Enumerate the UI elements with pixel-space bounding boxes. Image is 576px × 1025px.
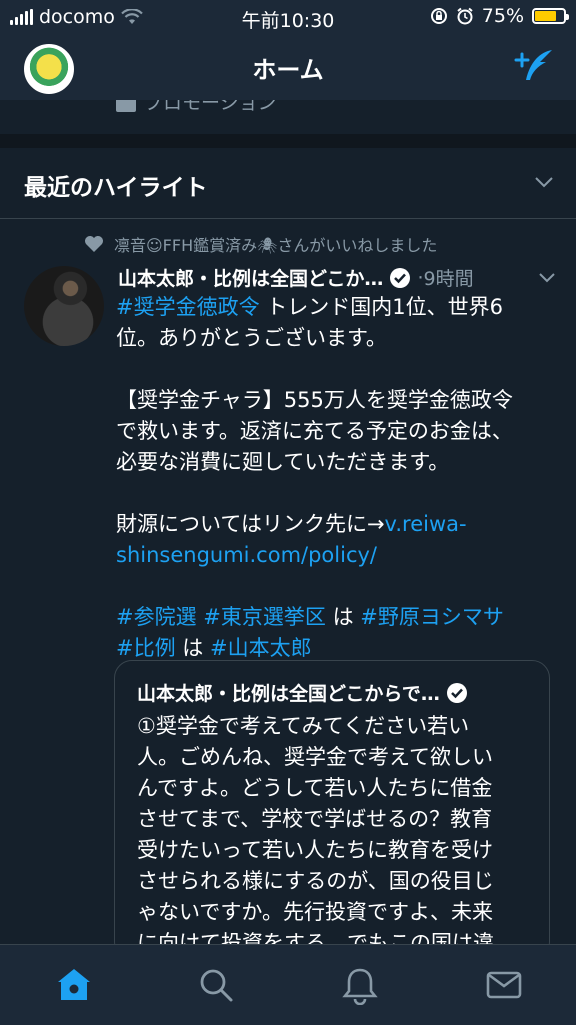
highlights-header[interactable]: 最近のハイライト	[0, 148, 576, 219]
quoted-line: ゃないですか。先行投資ですよ、未来	[137, 900, 493, 924]
verified-icon	[446, 682, 467, 703]
page-title: ホーム	[252, 56, 324, 84]
quoted-line: んですよ。どうして若い人たちに借金	[137, 776, 493, 800]
bottom-tab-bar	[0, 944, 576, 1025]
mail-icon[interactable]	[484, 965, 524, 1005]
particle-text: は	[175, 636, 210, 660]
compose-tweet-icon[interactable]	[512, 46, 556, 86]
tweet-text: #奨学金徳政令 トレンド国内1位、世界6 位。ありがとうございます。 【奨学金チ…	[116, 292, 556, 664]
hashtag-line: #参院選 #東京選挙区 は #野原ヨシマサ	[116, 602, 556, 633]
author-name[interactable]: 山本太郎・比例は全国どこか…	[118, 264, 383, 291]
tweet-line: 【奨学金チャラ】555万人を奨学金徳政令	[116, 388, 513, 412]
hashtag-link[interactable]: #参院選	[116, 605, 197, 629]
tweet-line: 位。ありがとうございます。	[116, 326, 387, 350]
status-bar: docomo 午前10:30 75%	[0, 0, 576, 34]
social-context-text: 凛音☺FFH鑑賞済み🕷さんがいいねしました	[114, 236, 438, 255]
heart-icon	[85, 236, 103, 252]
policy-link[interactable]: v.reiwa-	[385, 512, 467, 536]
tweet-line: #奨学金徳政令 トレンド国内1位、世界6	[116, 292, 556, 323]
promoted-label-row: プロモーション	[0, 100, 576, 134]
quoted-tweet-card[interactable]: 山本太郎・比例は全国どこからで… ①奨学金で考えてみてください若い 人。ごめんね…	[114, 660, 550, 960]
author-avatar[interactable]	[24, 266, 104, 346]
hashtag-link[interactable]: #東京選挙区	[203, 605, 326, 629]
tweet-line: 財源についてはリンク先に→v.reiwa-	[116, 509, 556, 540]
quoted-tweet-text: ①奨学金で考えてみてください若い 人。ごめんね、奨学金で考えて欲しい んですよ。…	[137, 711, 529, 959]
hashtag-link[interactable]: #奨学金徳政令	[116, 295, 260, 319]
quoted-line: 受けたいって若い人たちに教育を受け	[137, 838, 493, 862]
quoted-line: 人。ごめんね、奨学金で考えて欲しい	[137, 745, 493, 769]
section-separator	[0, 134, 576, 148]
hashtag-link[interactable]: #比例	[116, 636, 176, 660]
promoted-icon	[116, 100, 136, 112]
alarm-icon	[457, 7, 473, 25]
battery-icon	[532, 8, 569, 24]
rotation-lock-icon	[430, 8, 447, 24]
hashtag-link[interactable]: #山本太郎	[210, 636, 312, 660]
section-title: 最近のハイライト	[24, 175, 208, 201]
quoted-tweet-header: 山本太郎・比例は全国どこからで…	[137, 679, 468, 706]
policy-link[interactable]: shinsengumi.com/policy/	[116, 540, 556, 571]
tweet-menu-chevron-icon[interactable]	[536, 266, 558, 288]
tweet-line: で救います。返済に充てる予定のお金は、	[116, 419, 513, 443]
quoted-line: ①奨学金で考えてみてください若い	[137, 714, 470, 738]
chevron-down-icon[interactable]	[532, 170, 556, 194]
social-context: 凛音☺FFH鑑賞済み🕷さんがいいねしました	[84, 232, 437, 256]
promoted-label: プロモーション	[144, 100, 277, 114]
tweet-line: 必要な消費に廻していただきます。	[116, 450, 450, 474]
battery-percent: 75%	[481, 5, 524, 27]
verified-icon	[390, 267, 411, 288]
top-navigation-bar: ホーム	[0, 34, 576, 101]
particle-text: は	[325, 605, 361, 629]
quoted-line: させられる様にするのが、国の役目じ	[137, 869, 494, 893]
tweet-line-text: 財源についてはリンク先に→	[116, 512, 385, 536]
hashtag-link[interactable]: #野原ヨシマサ	[360, 605, 504, 629]
home-icon[interactable]	[54, 965, 94, 1005]
tweet-header: 山本太郎・比例は全国どこか… · 9時間	[118, 264, 558, 291]
bell-icon[interactable]	[340, 965, 380, 1005]
search-icon[interactable]	[196, 965, 236, 1005]
tweet-line-text: トレンド国内1位、世界6	[259, 295, 504, 319]
tweet-time[interactable]: 9時間	[423, 264, 473, 291]
quoted-line: させてまで、学校で学ばせるの？教育	[137, 807, 493, 831]
quoted-author-name: 山本太郎・比例は全国どこからで…	[137, 683, 440, 705]
